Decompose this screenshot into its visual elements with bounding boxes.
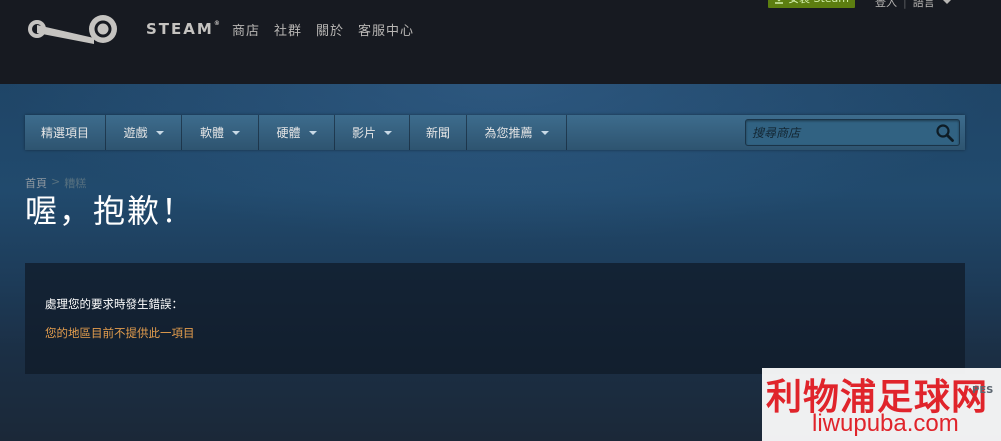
watermark-side-text: PES bbox=[972, 385, 994, 396]
site-watermark: 利物浦足球网 liwupuba.com bbox=[762, 368, 1001, 441]
nav-support[interactable]: 客服中心 bbox=[358, 20, 414, 39]
chevron-down-icon bbox=[540, 130, 549, 135]
tab-videos-label: 影片 bbox=[351, 126, 376, 140]
error-panel: 處理您的要求時發生錯誤： 您的地區目前不提供此一項目 bbox=[25, 263, 965, 374]
chevron-down-icon bbox=[232, 130, 240, 135]
tab-recommended[interactable]: 為您推薦 bbox=[467, 115, 567, 150]
tab-software-label: 軟體 bbox=[199, 126, 224, 140]
tab-featured-label: 精選項目 bbox=[40, 126, 89, 140]
error-message: 您的地區目前不提供此一項目 bbox=[45, 326, 195, 340]
tab-featured[interactable]: 精選項目 bbox=[25, 115, 106, 150]
tab-games-label: 遊戲 bbox=[123, 126, 148, 140]
tab-software[interactable]: 軟體 bbox=[182, 115, 259, 150]
tab-videos[interactable]: 影片 bbox=[335, 115, 410, 150]
chevron-down-icon bbox=[308, 130, 317, 135]
tab-news-label: 新聞 bbox=[425, 126, 450, 140]
page-title: 喔，抱歉！ bbox=[25, 192, 196, 230]
watermark-url: liwupuba.com bbox=[812, 410, 959, 437]
steam-logo[interactable]: STEAM® bbox=[24, 8, 220, 56]
chevron-down-icon bbox=[155, 130, 164, 135]
nav-about[interactable]: 關於 bbox=[316, 20, 344, 39]
language-chevron-down-icon[interactable] bbox=[942, 0, 951, 4]
store-search-box bbox=[745, 119, 960, 146]
main-nav: 商店 社群 關於 客服中心 bbox=[232, 20, 414, 39]
logo-text: STEAM® bbox=[146, 20, 220, 38]
steam-logo-icon bbox=[28, 15, 117, 44]
tab-hardware[interactable]: 硬體 bbox=[259, 115, 335, 150]
search-icon[interactable] bbox=[935, 123, 955, 143]
language-link[interactable]: 語言 bbox=[913, 0, 935, 10]
global-header: STEAM® 商店 社群 關於 客服中心 安裝 Steam 登入 | 語言 bbox=[0, 0, 1001, 84]
download-icon bbox=[775, 0, 783, 4]
install-steam-button[interactable]: 安裝 Steam bbox=[768, 0, 856, 8]
login-separator: | bbox=[903, 0, 907, 9]
nav-community[interactable]: 社群 bbox=[274, 20, 302, 39]
search-input[interactable] bbox=[752, 124, 930, 142]
tab-games[interactable]: 遊戲 bbox=[106, 115, 182, 150]
install-steam-label: 安裝 Steam bbox=[788, 0, 849, 8]
login-link[interactable]: 登入 bbox=[875, 0, 897, 10]
nav-store[interactable]: 商店 bbox=[232, 20, 260, 39]
tab-recommended-label: 為您推薦 bbox=[484, 126, 533, 140]
error-heading: 處理您的要求時發生錯誤： bbox=[45, 297, 183, 311]
login-area: 登入 | 語言 bbox=[875, 0, 951, 10]
chevron-down-icon bbox=[384, 130, 392, 135]
tab-news[interactable]: 新聞 bbox=[410, 115, 467, 150]
tab-hardware-label: 硬體 bbox=[276, 126, 301, 140]
